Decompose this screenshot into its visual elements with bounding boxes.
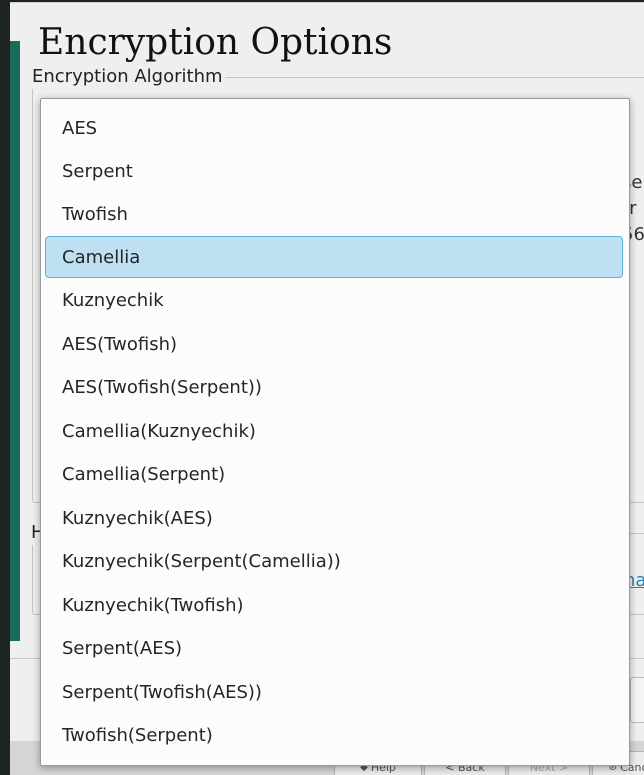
partial-background-button[interactable]	[630, 677, 644, 723]
dropdown-option-aes-twofish-serpent[interactable]: AES(Twofish(Serpent))	[45, 366, 623, 408]
dropdown-option-camellia-kuznyechik[interactable]: Camellia(Kuznyechik)	[45, 410, 623, 452]
dropdown-option-kuznyechik-serpent-camellia[interactable]: Kuznyechik(Serpent(Camellia))	[45, 540, 623, 582]
dropdown-option-aes[interactable]: AES	[45, 107, 623, 149]
dropdown-option-twofish-serpent[interactable]: Twofish(Serpent)	[45, 714, 623, 756]
page-title: Encryption Options	[38, 22, 393, 63]
dropdown-option-camellia-serpent[interactable]: Camellia(Serpent)	[45, 453, 623, 495]
dropdown-option-kuznyechik-aes[interactable]: Kuznyechik(AES)	[45, 497, 623, 539]
encryption-algorithm-label: Encryption Algorithm	[30, 65, 225, 89]
dropdown-option-serpent-aes[interactable]: Serpent(AES)	[45, 627, 623, 669]
left-accent-strip	[10, 41, 20, 641]
encryption-algorithm-dropdown-list[interactable]: AES Serpent Twofish Camellia Kuznyechik …	[40, 98, 630, 766]
dropdown-option-camellia[interactable]: Camellia	[45, 236, 623, 278]
dropdown-option-kuznyechik[interactable]: Kuznyechik	[45, 279, 623, 321]
dropdown-option-serpent-twofish-aes[interactable]: Serpent(Twofish(AES))	[45, 671, 623, 713]
dropdown-option-kuznyechik-twofish[interactable]: Kuznyechik(Twofish)	[45, 584, 623, 626]
dropdown-option-aes-twofish[interactable]: AES(Twofish)	[45, 323, 623, 365]
dropdown-option-twofish[interactable]: Twofish	[45, 193, 623, 235]
dropdown-option-serpent[interactable]: Serpent	[45, 150, 623, 192]
